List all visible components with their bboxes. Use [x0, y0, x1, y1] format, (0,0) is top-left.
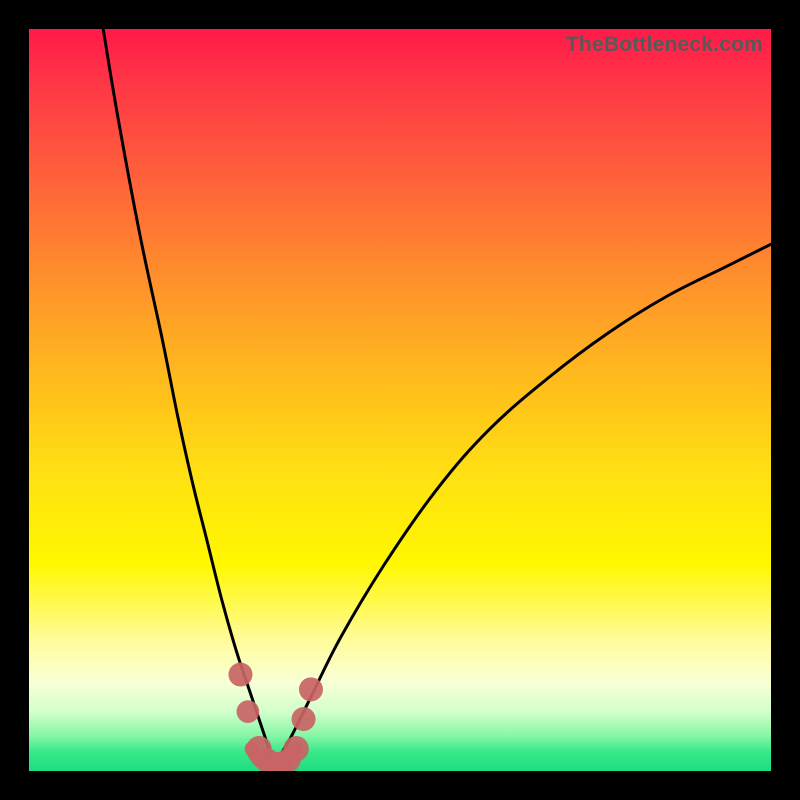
plot-area: TheBottleneck.com — [29, 29, 771, 771]
data-marker — [237, 700, 260, 723]
data-marker — [228, 663, 252, 687]
data-marker — [292, 707, 316, 731]
series-left-branch — [103, 29, 274, 764]
chart-frame: TheBottleneck.com — [0, 0, 800, 800]
data-marker — [299, 677, 323, 701]
curve-layer — [29, 29, 771, 771]
watermark-text: TheBottleneck.com — [566, 33, 763, 57]
data-marker — [283, 736, 308, 761]
series-right-branch — [274, 244, 771, 763]
